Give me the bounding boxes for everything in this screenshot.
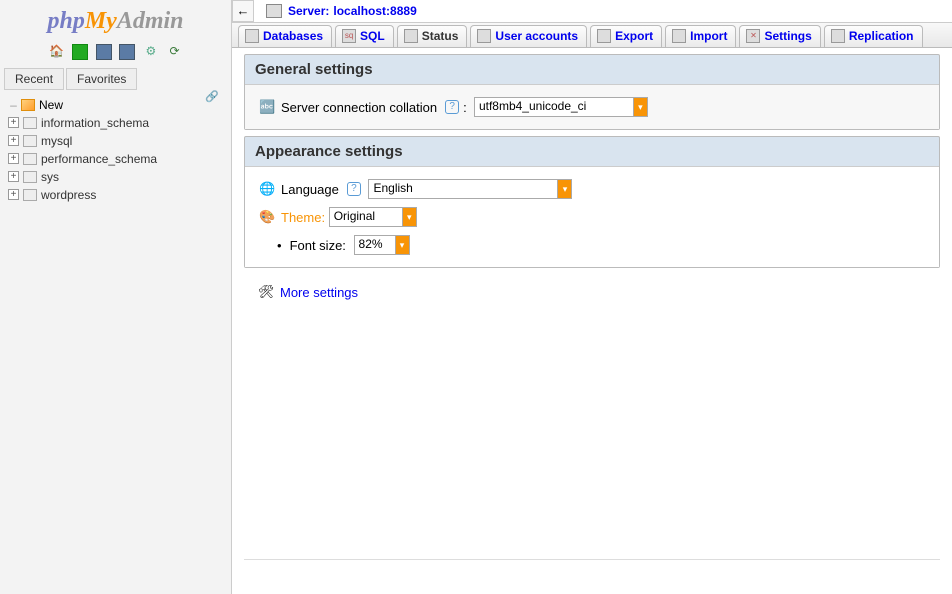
- appearance-settings-group: Appearance settings 🌐 Language ? English…: [244, 136, 940, 268]
- collation-row: 🔤 Server connection collation ?: utf8mb4…: [259, 93, 925, 121]
- database-icon: [23, 117, 37, 129]
- content: General settings 🔤 Server connection col…: [232, 48, 952, 594]
- tab-export[interactable]: Export: [590, 25, 662, 47]
- logo[interactable]: phpMyAdmin: [0, 0, 231, 39]
- collation-value: utf8mb4_unicode_ci: [474, 97, 634, 117]
- tab-replication[interactable]: Replication: [824, 25, 923, 47]
- sql-icon: sq: [342, 29, 356, 43]
- top-tabs: Databases sqSQL Status User accounts Exp…: [232, 22, 952, 48]
- theme-value: Original: [329, 207, 403, 227]
- settings-icon: ✕: [746, 29, 760, 43]
- collation-select[interactable]: utf8mb4_unicode_ci ▾: [474, 97, 648, 117]
- expand-icon[interactable]: +: [8, 135, 19, 146]
- help-icon[interactable]: ?: [445, 100, 459, 114]
- appearance-settings-title: Appearance settings: [245, 137, 939, 166]
- nav-settings-icon[interactable]: ⚙: [143, 44, 159, 60]
- language-value: English: [368, 179, 558, 199]
- database-icon: [23, 135, 37, 147]
- theme-select[interactable]: Original ▾: [329, 207, 417, 227]
- breadcrumb-label: Server:: [288, 4, 329, 18]
- tab-recent[interactable]: Recent: [4, 68, 64, 90]
- logo-my: My: [85, 8, 117, 34]
- language-icon: 🌐: [259, 181, 275, 197]
- tab-user-accounts[interactable]: User accounts: [470, 25, 587, 47]
- tab-sql[interactable]: sqSQL: [335, 25, 394, 47]
- tab-status[interactable]: Status: [397, 25, 468, 47]
- fontsize-value: 82%: [354, 235, 396, 255]
- theme-label[interactable]: Theme:: [281, 210, 325, 225]
- general-settings-group: General settings 🔤 Server connection col…: [244, 54, 940, 130]
- chevron-down-icon: ▾: [403, 207, 417, 227]
- more-settings-link[interactable]: More settings: [280, 285, 358, 300]
- database-icon: [23, 189, 37, 201]
- tree-db-label: wordpress: [41, 188, 96, 202]
- new-db-icon: [21, 99, 35, 111]
- tools-icon: 🛠: [258, 284, 274, 300]
- database-icon: [23, 153, 37, 165]
- tree-db-label: information_schema: [41, 116, 149, 130]
- tree-db-information-schema[interactable]: + information_schema: [8, 114, 227, 132]
- language-label: Language: [281, 182, 339, 197]
- help-icon[interactable]: ?: [347, 182, 361, 196]
- fontsize-row: Font size: 82% ▾: [259, 231, 925, 259]
- tree-db-sys[interactable]: + sys: [8, 168, 227, 186]
- expand-icon[interactable]: +: [8, 153, 19, 164]
- general-settings-title: General settings: [245, 55, 939, 84]
- tree-db-mysql[interactable]: + mysql: [8, 132, 227, 150]
- fontsize-select[interactable]: 82% ▾: [354, 235, 410, 255]
- sidebar-toolbar: 🏠 ⚙ ⟳: [0, 39, 231, 68]
- fontsize-label: Font size:: [290, 238, 346, 253]
- more-settings-row: 🛠 More settings: [244, 274, 940, 304]
- expand-icon[interactable]: +: [8, 117, 19, 128]
- tab-settings[interactable]: ✕Settings: [739, 25, 820, 47]
- expand-icon[interactable]: +: [8, 189, 19, 200]
- collation-icon: 🔤: [259, 99, 275, 115]
- tab-favorites[interactable]: Favorites: [66, 68, 137, 90]
- recent-favorites-tabs: Recent Favorites: [0, 68, 231, 90]
- tree-new-label: New: [39, 98, 63, 112]
- chevron-down-icon: ▾: [558, 179, 572, 199]
- language-select[interactable]: English ▾: [368, 179, 572, 199]
- status-icon: [404, 29, 418, 43]
- theme-row: 🎨 Theme: Original ▾: [259, 203, 925, 231]
- tab-import[interactable]: Import: [665, 25, 736, 47]
- language-row: 🌐 Language ? English ▾: [259, 175, 925, 203]
- export-icon: [597, 29, 611, 43]
- tree-db-performance-schema[interactable]: + performance_schema: [8, 150, 227, 168]
- chevron-down-icon: ▾: [396, 235, 410, 255]
- database-icon: [23, 171, 37, 183]
- users-icon: [477, 29, 491, 43]
- databases-icon: [245, 29, 259, 43]
- tree-db-label: mysql: [41, 134, 72, 148]
- exit-icon[interactable]: [72, 44, 88, 60]
- expand-icon[interactable]: +: [8, 171, 19, 182]
- tab-databases[interactable]: Databases: [238, 25, 332, 47]
- import-icon: [672, 29, 686, 43]
- db-tree: – New + information_schema + mysql + per…: [0, 90, 231, 208]
- tree-db-wordpress[interactable]: + wordpress: [8, 186, 227, 204]
- divider: [244, 559, 940, 560]
- main: ← Server: localhost:8889 Databases sqSQL…: [232, 0, 952, 594]
- server-icon: [266, 4, 282, 18]
- tree-new[interactable]: – New: [8, 96, 227, 114]
- query-icon[interactable]: [119, 44, 135, 60]
- breadcrumb: Server: localhost:8889: [260, 0, 423, 22]
- collation-label: Server connection collation: [281, 100, 437, 115]
- chevron-down-icon: ▾: [634, 97, 648, 117]
- logo-php: php: [47, 8, 84, 34]
- collapse-sidebar-button[interactable]: ←: [232, 0, 254, 22]
- replication-icon: [831, 29, 845, 43]
- logo-admin: Admin: [117, 8, 184, 34]
- theme-icon: 🎨: [259, 209, 275, 225]
- docs-icon[interactable]: [96, 44, 112, 60]
- home-icon[interactable]: 🏠: [48, 44, 64, 60]
- tree-db-label: performance_schema: [41, 152, 157, 166]
- reload-icon[interactable]: ⟳: [167, 44, 183, 60]
- link-icon[interactable]: 🔗: [205, 90, 219, 103]
- breadcrumb-server[interactable]: localhost:8889: [333, 4, 416, 18]
- tree-db-label: sys: [41, 170, 59, 184]
- sidebar: phpMyAdmin 🏠 ⚙ ⟳ Recent Favorites 🔗 – Ne…: [0, 0, 232, 594]
